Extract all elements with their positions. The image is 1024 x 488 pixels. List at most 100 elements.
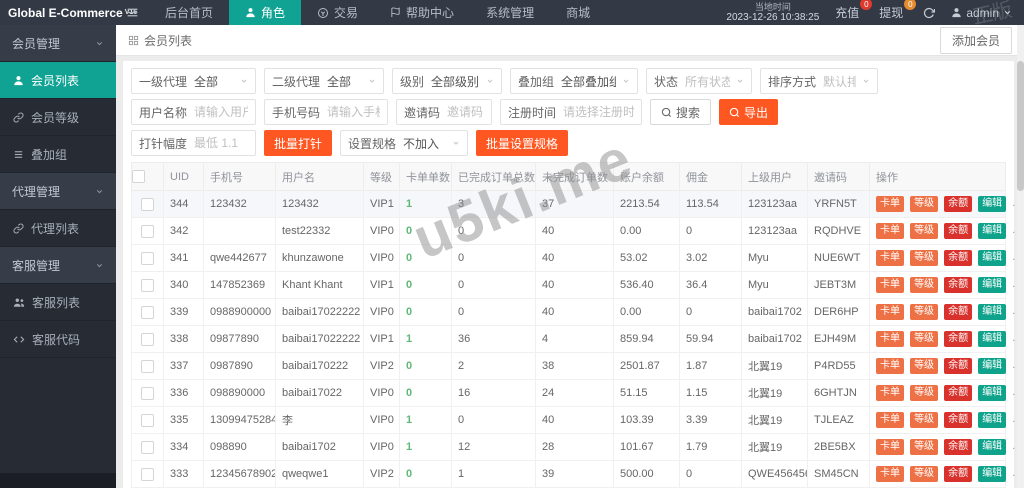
- row-checkbox[interactable]: [141, 467, 154, 481]
- edit-button[interactable]: 编辑: [978, 250, 1007, 266]
- balance-button[interactable]: 余额: [944, 358, 973, 374]
- row-checkbox[interactable]: [141, 359, 154, 373]
- admin-menu[interactable]: admin: [951, 6, 1012, 20]
- level-button[interactable]: 等级: [910, 196, 939, 212]
- row-checkbox[interactable]: [141, 224, 154, 238]
- level-button[interactable]: 等级: [910, 466, 939, 482]
- phone-input[interactable]: [327, 105, 380, 119]
- select-all-checkbox[interactable]: [132, 170, 145, 183]
- sidebar-group-service-mgmt[interactable]: 客服管理: [0, 247, 116, 284]
- level-button[interactable]: 等级: [910, 385, 939, 401]
- injection-range-input[interactable]: [194, 136, 248, 150]
- sidebar-item-stack-group[interactable]: 叠加组: [0, 136, 116, 173]
- balance-button[interactable]: 余额: [944, 331, 973, 347]
- filter-level-select[interactable]: 级别 全部级别: [392, 68, 502, 94]
- edit-button[interactable]: 编辑: [978, 277, 1007, 293]
- stuck-order-button[interactable]: 卡单: [876, 250, 904, 266]
- stuck-order-button[interactable]: 卡单: [876, 466, 904, 482]
- edit-button[interactable]: 编辑: [978, 196, 1007, 212]
- balance-button[interactable]: 余额: [944, 196, 973, 212]
- edit-button[interactable]: 编辑: [978, 385, 1007, 401]
- scrollbar-thumb[interactable]: [1017, 61, 1024, 191]
- cell-balance: 859.94: [613, 325, 680, 353]
- level-button[interactable]: 等级: [910, 439, 939, 455]
- balance-button[interactable]: 余额: [944, 412, 973, 428]
- cell-commission: 0: [679, 217, 742, 245]
- stuck-order-button[interactable]: 卡单: [876, 358, 904, 374]
- cell-commission: 0: [679, 460, 742, 488]
- bulk-injection-button[interactable]: 批量打针: [264, 130, 333, 156]
- edit-button[interactable]: 编辑: [978, 466, 1007, 482]
- sidebar-item-service-code[interactable]: 客服代码: [0, 321, 116, 358]
- balance-button[interactable]: 余额: [944, 385, 973, 401]
- level-button[interactable]: 等级: [910, 412, 939, 428]
- level-button[interactable]: 等级: [910, 358, 939, 374]
- sidebar-item-agent-list[interactable]: 代理列表: [0, 210, 116, 247]
- invite-code-input[interactable]: [447, 105, 484, 119]
- balance-button[interactable]: 余额: [944, 466, 973, 482]
- filter-agent2-select[interactable]: 二级代理 全部: [264, 68, 384, 94]
- stuck-order-button[interactable]: 卡单: [876, 223, 904, 239]
- balance-button[interactable]: 余额: [944, 304, 973, 320]
- withdraw-link[interactable]: 提现 0: [879, 0, 917, 21]
- recharge-link[interactable]: 充值 0: [835, 0, 873, 21]
- stuck-order-button[interactable]: 卡单: [876, 412, 904, 428]
- edit-button[interactable]: 编辑: [978, 331, 1007, 347]
- edit-button[interactable]: 编辑: [978, 412, 1007, 428]
- stuck-order-button[interactable]: 卡单: [876, 277, 904, 293]
- level-button[interactable]: 等级: [910, 331, 939, 347]
- level-button[interactable]: 等级: [910, 304, 939, 320]
- filter-invite-code-field: 邀请码: [396, 99, 492, 125]
- sidebar-group-agent-mgmt[interactable]: 代理管理: [0, 173, 116, 210]
- sidebar-item-member-level[interactable]: 会员等级: [0, 99, 116, 136]
- row-checkbox[interactable]: [141, 413, 154, 427]
- register-time-input[interactable]: [563, 105, 634, 119]
- refresh-icon[interactable]: [923, 7, 936, 19]
- edit-button[interactable]: 编辑: [978, 223, 1007, 239]
- filter-agent1-select[interactable]: 一级代理 全部: [131, 68, 256, 94]
- level-button[interactable]: 等级: [910, 250, 939, 266]
- nav-item-system[interactable]: 系统管理: [470, 0, 550, 25]
- stuck-order-button[interactable]: 卡单: [876, 196, 904, 212]
- sidebar-item-service-list[interactable]: 客服列表: [0, 284, 116, 321]
- filter-sort-select[interactable]: 排序方式 默认排序: [760, 68, 878, 94]
- sidebar-group-member-mgmt[interactable]: 会员管理: [0, 25, 116, 62]
- row-checkbox[interactable]: [141, 197, 154, 211]
- level-button[interactable]: 等级: [910, 277, 939, 293]
- nav-item-mall[interactable]: 商城: [550, 0, 606, 25]
- row-checkbox[interactable]: [141, 278, 154, 292]
- balance-button[interactable]: 余额: [944, 250, 973, 266]
- bulk-spec-button[interactable]: 批量设置规格: [476, 130, 569, 156]
- nav-item-trade[interactable]: 交易: [301, 0, 374, 25]
- export-button[interactable]: 导出: [719, 99, 779, 125]
- sidebar-item-member-list[interactable]: 会员列表: [0, 62, 116, 99]
- spec-select[interactable]: 设置规格 不加入: [340, 130, 469, 156]
- row-checkbox[interactable]: [141, 332, 154, 346]
- row-checkbox[interactable]: [141, 305, 154, 319]
- row-checkbox[interactable]: [141, 251, 154, 265]
- username-input[interactable]: [194, 105, 248, 119]
- stuck-order-button[interactable]: 卡单: [876, 331, 904, 347]
- balance-button[interactable]: 余额: [944, 277, 973, 293]
- edit-button[interactable]: 编辑: [978, 358, 1007, 374]
- stuck-order-button[interactable]: 卡单: [876, 439, 904, 455]
- balance-button[interactable]: 余额: [944, 223, 973, 239]
- filter-status-select[interactable]: 状态 所有状态: [646, 68, 752, 94]
- add-member-button[interactable]: 添加会员: [939, 26, 1012, 54]
- filter-stack-group-select[interactable]: 叠加组 全部叠加组: [510, 68, 638, 94]
- nav-item-help-center[interactable]: 帮助中心: [374, 0, 470, 25]
- stuck-order-button[interactable]: 卡单: [876, 304, 904, 320]
- row-checkbox[interactable]: [141, 386, 154, 400]
- stuck-order-button[interactable]: 卡单: [876, 385, 904, 401]
- nav-item-home[interactable]: 后台首页: [149, 0, 229, 25]
- level-button[interactable]: 等级: [910, 223, 939, 239]
- search-button[interactable]: 搜索: [650, 99, 712, 125]
- balance-button[interactable]: 余额: [944, 439, 973, 455]
- edit-button[interactable]: 编辑: [978, 439, 1007, 455]
- row-checkbox[interactable]: [141, 440, 154, 454]
- nav-item-roles[interactable]: 角色: [229, 0, 302, 25]
- cell-stuck-orders: 0: [399, 244, 452, 272]
- filter-row-2: 用户名称 手机号码 邀请码 注册时间 搜索 导出: [131, 99, 1006, 125]
- hamburger-menu-icon[interactable]: [116, 0, 149, 25]
- edit-button[interactable]: 编辑: [978, 304, 1007, 320]
